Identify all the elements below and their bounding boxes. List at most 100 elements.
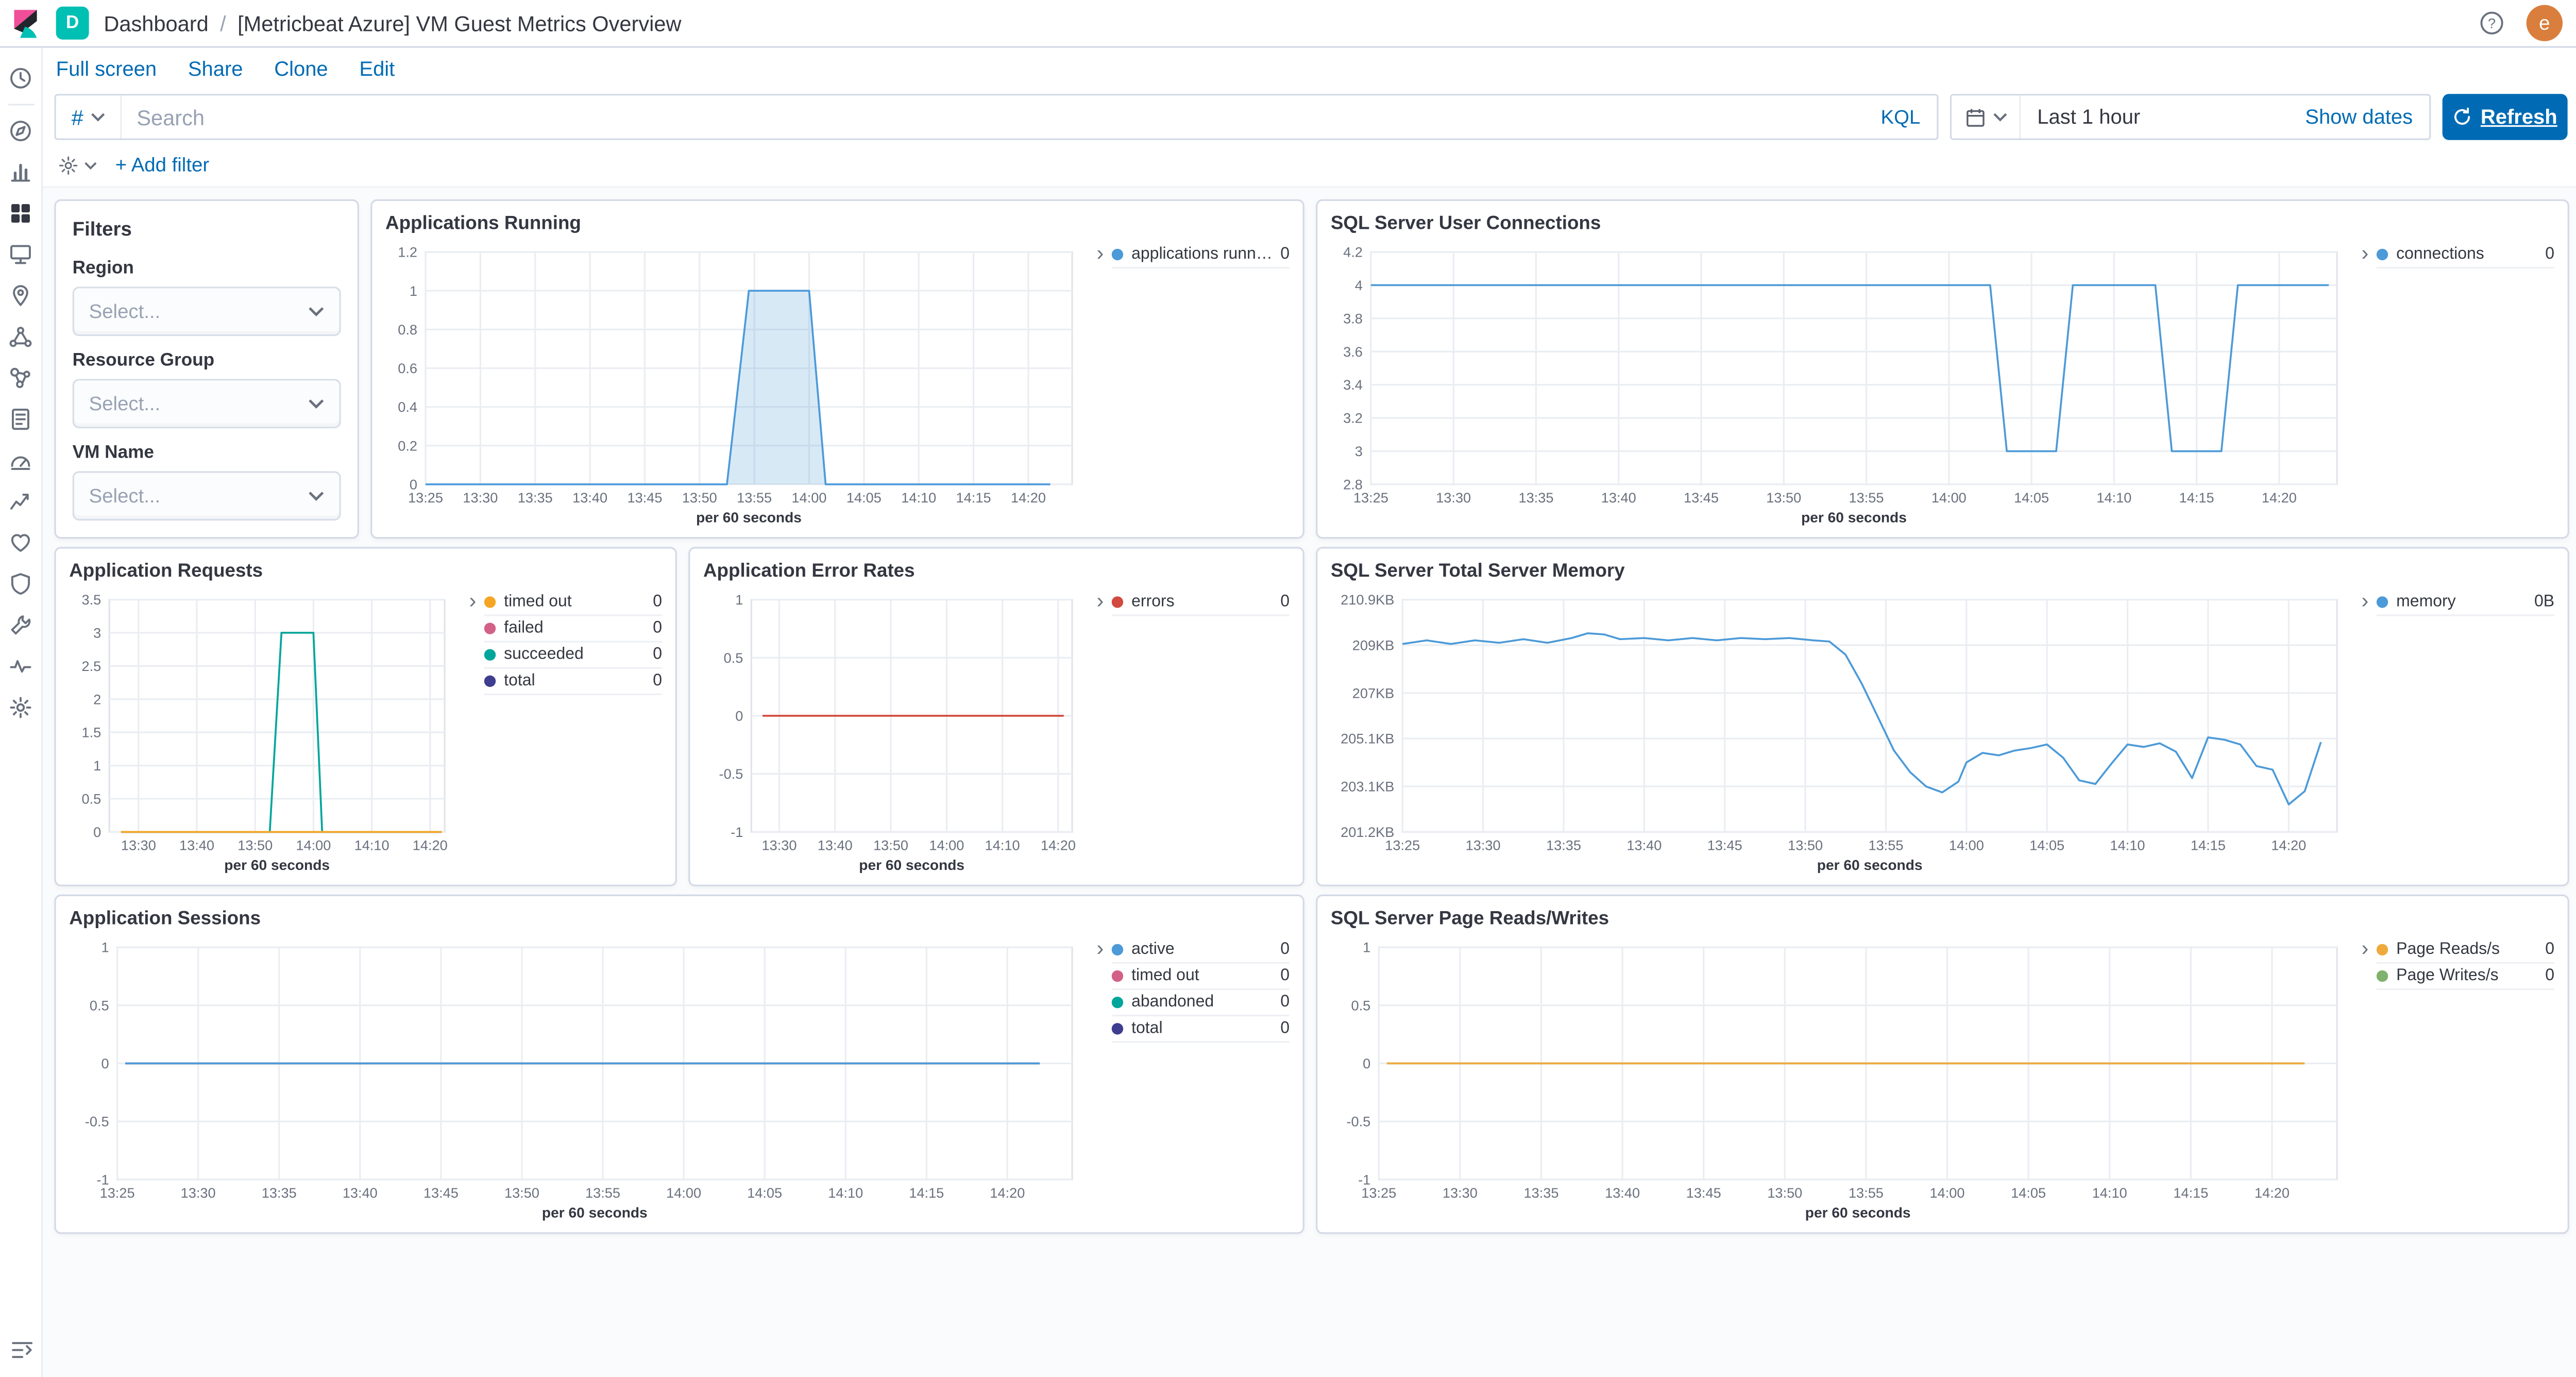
clone-button[interactable]: Clone [274, 58, 328, 81]
recently-viewed-icon[interactable] [0, 58, 42, 99]
space-badge[interactable]: D [56, 7, 89, 40]
legend-item[interactable]: failed0 [484, 616, 662, 643]
svg-text:14:00: 14:00 [666, 1185, 701, 1201]
legend-series-label: applications running [1131, 245, 1274, 263]
legend-item[interactable]: total0 [1112, 1016, 1290, 1043]
legend-item[interactable]: Page Writes/s0 [2377, 964, 2554, 990]
menu-expand-icon[interactable] [0, 1331, 43, 1367]
svg-text:14:10: 14:10 [2096, 490, 2131, 506]
svg-text:3: 3 [1355, 443, 1363, 459]
canvas-icon[interactable] [0, 234, 42, 275]
add-filter-button[interactable]: + Add filter [115, 153, 209, 176]
visualize-icon[interactable] [0, 152, 42, 193]
region-select[interactable]: Select... [73, 287, 341, 336]
series-color-dot [2377, 944, 2388, 955]
legend-toggle-chevron-icon[interactable]: › [1089, 590, 1112, 875]
svg-text:13:25: 13:25 [100, 1185, 135, 1201]
query-language-button[interactable]: KQL [1865, 106, 1937, 129]
maps-icon[interactable] [0, 275, 42, 316]
discover-icon[interactable] [0, 110, 42, 152]
logs-icon[interactable] [0, 399, 42, 440]
management-icon[interactable] [0, 687, 42, 728]
svg-text:13:40: 13:40 [818, 837, 853, 853]
svg-text:13:55: 13:55 [1849, 490, 1884, 506]
series-color-dot [484, 649, 496, 660]
legend-item[interactable]: Page Reads/s0 [2377, 937, 2554, 964]
legend-item[interactable]: timed out0 [484, 590, 662, 616]
machine-learning-icon[interactable] [0, 316, 42, 358]
sql-user-connections-chart: 2.833.23.43.63.844.213:2513:3013:3513:40… [1331, 239, 2353, 527]
legend-series-value: 0 [653, 619, 662, 637]
svg-text:209KB: 209KB [1352, 637, 1395, 653]
svg-text:13:55: 13:55 [1849, 1185, 1884, 1201]
legend-toggle-chevron-icon[interactable]: › [2353, 242, 2377, 527]
stack-monitoring-icon[interactable] [0, 646, 42, 687]
app-nav-rail [0, 48, 43, 1377]
search-input[interactable] [122, 105, 1865, 129]
application-sessions-chart: -1-0.500.5113:2513:3013:3513:4013:4513:5… [69, 934, 1089, 1222]
dashboard-icon[interactable] [0, 193, 42, 234]
svg-text:3: 3 [93, 625, 101, 641]
svg-text:1: 1 [735, 592, 743, 608]
breadcrumb-dashboard[interactable]: Dashboard [104, 11, 208, 36]
uptime-icon[interactable] [0, 522, 42, 563]
kibana-logo[interactable] [0, 9, 49, 37]
legend-item[interactable]: memory0B [2377, 590, 2554, 616]
legend-series-value: 0 [1280, 994, 1290, 1012]
legend-item[interactable]: errors0 [1112, 590, 1290, 616]
vm-name-label: VM Name [73, 443, 341, 463]
full-screen-button[interactable]: Full screen [56, 58, 157, 81]
legend-series-label: abandoned [1131, 994, 1274, 1012]
siem-icon[interactable] [0, 563, 42, 604]
legend-toggle-chevron-icon[interactable]: › [1089, 242, 1112, 527]
legend-item[interactable]: connections0 [2377, 242, 2554, 268]
legend-series-value: 0 [2545, 245, 2554, 263]
legend-item[interactable]: active0 [1112, 937, 1290, 964]
share-button[interactable]: Share [188, 58, 243, 81]
legend-toggle-chevron-icon[interactable]: › [1089, 937, 1112, 1222]
svg-text:14:20: 14:20 [413, 837, 448, 853]
chart-legend: › active0timed out0 abandoned 0 total0 [1089, 934, 1290, 1222]
breadcrumb-separator: / [220, 11, 226, 36]
edit-button[interactable]: Edit [359, 58, 395, 81]
time-range-label[interactable]: Last 1 hour [2021, 106, 2305, 129]
legend-item[interactable]: applications running0 [1112, 242, 1290, 268]
svg-text:13:30: 13:30 [1436, 490, 1471, 506]
legend-toggle-chevron-icon[interactable]: › [2353, 590, 2377, 875]
legend-toggle-chevron-icon[interactable]: › [461, 590, 484, 875]
legend-toggle-chevron-icon[interactable]: › [2353, 937, 2377, 1222]
svg-text:14:10: 14:10 [901, 490, 936, 506]
series-color-dot [484, 596, 496, 608]
legend-item[interactable]: abandoned 0 [1112, 990, 1290, 1016]
refresh-button[interactable]: Refresh [2443, 94, 2568, 140]
legend-item[interactable]: total0 [484, 669, 662, 695]
dev-tools-icon[interactable] [0, 604, 42, 646]
chart-legend: › memory0B [2353, 586, 2554, 875]
graph-icon[interactable] [0, 358, 42, 399]
panel-applications-running: Applications Running 00.20.40.60.811.213… [370, 199, 1304, 539]
svg-text:13:30: 13:30 [181, 1185, 216, 1201]
svg-text:13:50: 13:50 [504, 1185, 539, 1201]
legend-item[interactable]: succeeded0 [484, 643, 662, 669]
metrics-icon[interactable] [0, 440, 42, 481]
svg-text:3.4: 3.4 [1343, 377, 1363, 393]
apm-icon[interactable] [0, 481, 42, 522]
svg-text:14:10: 14:10 [2092, 1185, 2127, 1201]
search-bar: # KQL [54, 94, 1938, 140]
calendar-menu-button[interactable] [1952, 95, 2021, 138]
avatar[interactable]: e [2527, 5, 2563, 41]
filter-options-button[interactable] [58, 154, 97, 176]
vm-name-select[interactable]: Select... [73, 471, 341, 520]
svg-text:14:05: 14:05 [2029, 837, 2064, 853]
series-color-dot [1112, 997, 1123, 1008]
saved-query-menu-button[interactable]: # [56, 95, 122, 138]
help-icon[interactable]: ? [2470, 10, 2513, 36]
svg-text:0: 0 [1363, 1055, 1370, 1071]
dashboard-app: Full screen Share Clone Edit # KQL [43, 48, 2576, 1377]
legend-series-label: timed out [1131, 967, 1274, 985]
legend-item[interactable]: timed out0 [1112, 964, 1290, 990]
show-dates-button[interactable]: Show dates [2305, 106, 2429, 129]
resource-group-select[interactable]: Select... [73, 379, 341, 428]
dashboard-grid: Filters Region Select... Resource Group … [43, 188, 2576, 1377]
panel-application-requests: Application Requests 00.511.522.533.513:… [54, 547, 676, 886]
